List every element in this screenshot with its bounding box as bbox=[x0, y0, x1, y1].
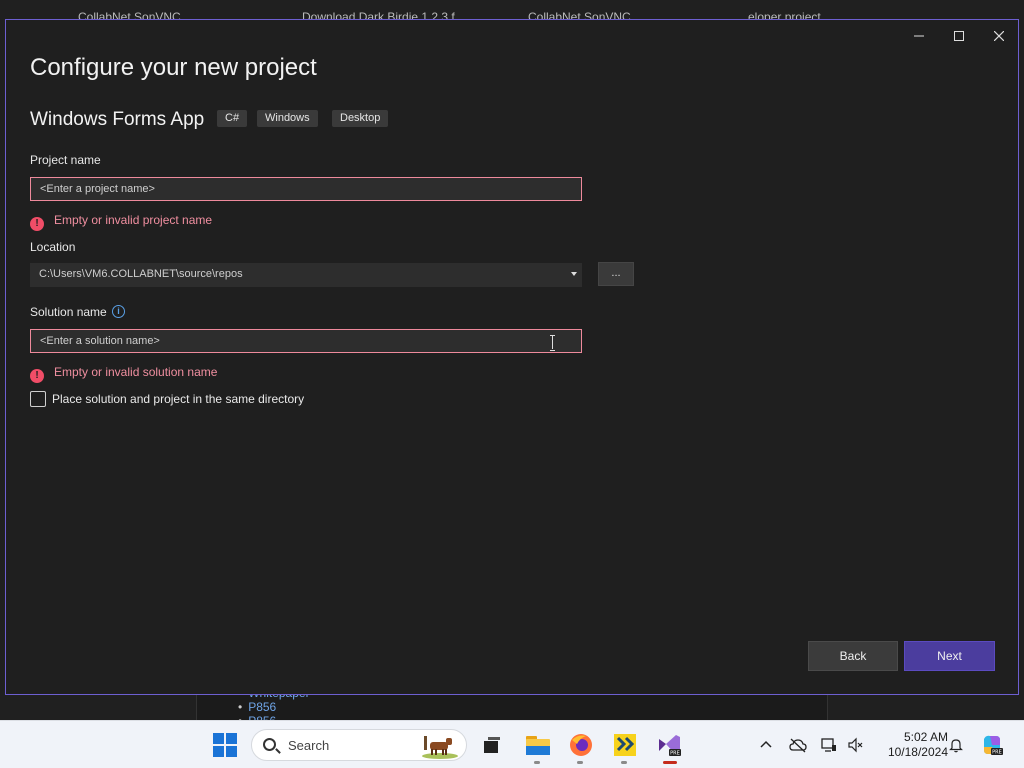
project-name-error-text: Empty or invalid project name bbox=[54, 213, 213, 227]
collab-app-icon[interactable] bbox=[612, 732, 638, 764]
same-directory-checkbox-label[interactable]: Place solution and project in the same d… bbox=[52, 392, 304, 406]
same-directory-checkbox[interactable] bbox=[30, 391, 46, 407]
solution-name-error: ! Empty or invalid solution name bbox=[30, 364, 218, 383]
tag-project-type: Desktop bbox=[332, 110, 389, 127]
tag-language: C# bbox=[217, 110, 248, 127]
search-placeholder: Search bbox=[288, 738, 330, 753]
next-button[interactable]: Next bbox=[904, 641, 995, 671]
back-button[interactable]: Back bbox=[808, 641, 898, 671]
clock-date[interactable]: 10/18/2024 bbox=[872, 745, 948, 759]
active-indicator bbox=[663, 761, 677, 764]
minimize-icon bbox=[914, 35, 924, 37]
svg-text:PRE: PRE bbox=[992, 750, 1002, 756]
running-indicator bbox=[621, 761, 627, 764]
visual-studio-preview-icon[interactable]: PRE bbox=[656, 732, 682, 764]
taskbar-search-box[interactable]: Search bbox=[251, 729, 467, 761]
running-indicator bbox=[577, 761, 583, 764]
copilot-preview-icon[interactable]: PRE bbox=[980, 733, 1004, 757]
project-name-label: Project name bbox=[30, 153, 101, 167]
close-icon bbox=[993, 30, 1005, 42]
project-name-input[interactable]: <Enter a project name> bbox=[30, 177, 582, 201]
list-item[interactable]: P856 bbox=[238, 700, 310, 714]
chevron-up-icon[interactable] bbox=[758, 737, 774, 753]
solution-name-error-text: Empty or invalid solution name bbox=[54, 365, 218, 379]
firefox-icon[interactable] bbox=[568, 732, 594, 764]
configure-project-dialog: Configure your new project Windows Forms… bbox=[5, 19, 1019, 695]
text-cursor-icon bbox=[550, 335, 556, 351]
error-icon: ! bbox=[30, 217, 44, 231]
start-button-windows-icon[interactable] bbox=[213, 733, 237, 757]
notification-bell-icon[interactable] bbox=[948, 737, 964, 753]
maximize-button[interactable] bbox=[946, 26, 972, 46]
search-icon bbox=[263, 738, 276, 751]
location-value: C:\Users\VM6.COLLABNET\source\repos bbox=[39, 268, 243, 280]
task-view-icon[interactable] bbox=[479, 732, 505, 758]
solution-name-label: Solution name bbox=[30, 305, 107, 319]
cloud-offline-icon[interactable] bbox=[789, 737, 807, 753]
volume-muted-icon[interactable] bbox=[847, 737, 863, 753]
svg-text:PRE: PRE bbox=[670, 751, 680, 757]
taskbar: Search PRE 5:02 AM 10/18/2024 PRE bbox=[0, 720, 1024, 768]
clock-time[interactable]: 5:02 AM bbox=[872, 730, 948, 744]
browse-location-button[interactable]: ... bbox=[598, 262, 634, 286]
running-indicator bbox=[534, 761, 540, 764]
tag-platform: Windows bbox=[257, 110, 318, 127]
project-name-error: ! Empty or invalid project name bbox=[30, 212, 213, 231]
network-icon[interactable] bbox=[821, 737, 837, 753]
maximize-icon bbox=[954, 31, 964, 41]
info-icon[interactable]: i bbox=[112, 305, 125, 318]
file-explorer-icon[interactable] bbox=[525, 732, 551, 764]
minimize-button[interactable] bbox=[906, 26, 932, 46]
search-highlight-animal-icon bbox=[422, 736, 458, 759]
location-label: Location bbox=[30, 240, 76, 254]
solution-name-input[interactable]: <Enter a solution name> bbox=[30, 329, 582, 353]
error-icon: ! bbox=[30, 369, 44, 383]
dialog-title: Configure your new project bbox=[30, 54, 317, 81]
desktop-screen: CollabNet SonVNC Download Dark Birdie 1.… bbox=[0, 0, 1024, 768]
close-button[interactable] bbox=[986, 26, 1012, 46]
chevron-down-icon[interactable] bbox=[571, 272, 577, 276]
template-name: Windows Forms App bbox=[30, 109, 205, 130]
location-combobox[interactable]: C:\Users\VM6.COLLABNET\source\repos bbox=[30, 263, 582, 287]
